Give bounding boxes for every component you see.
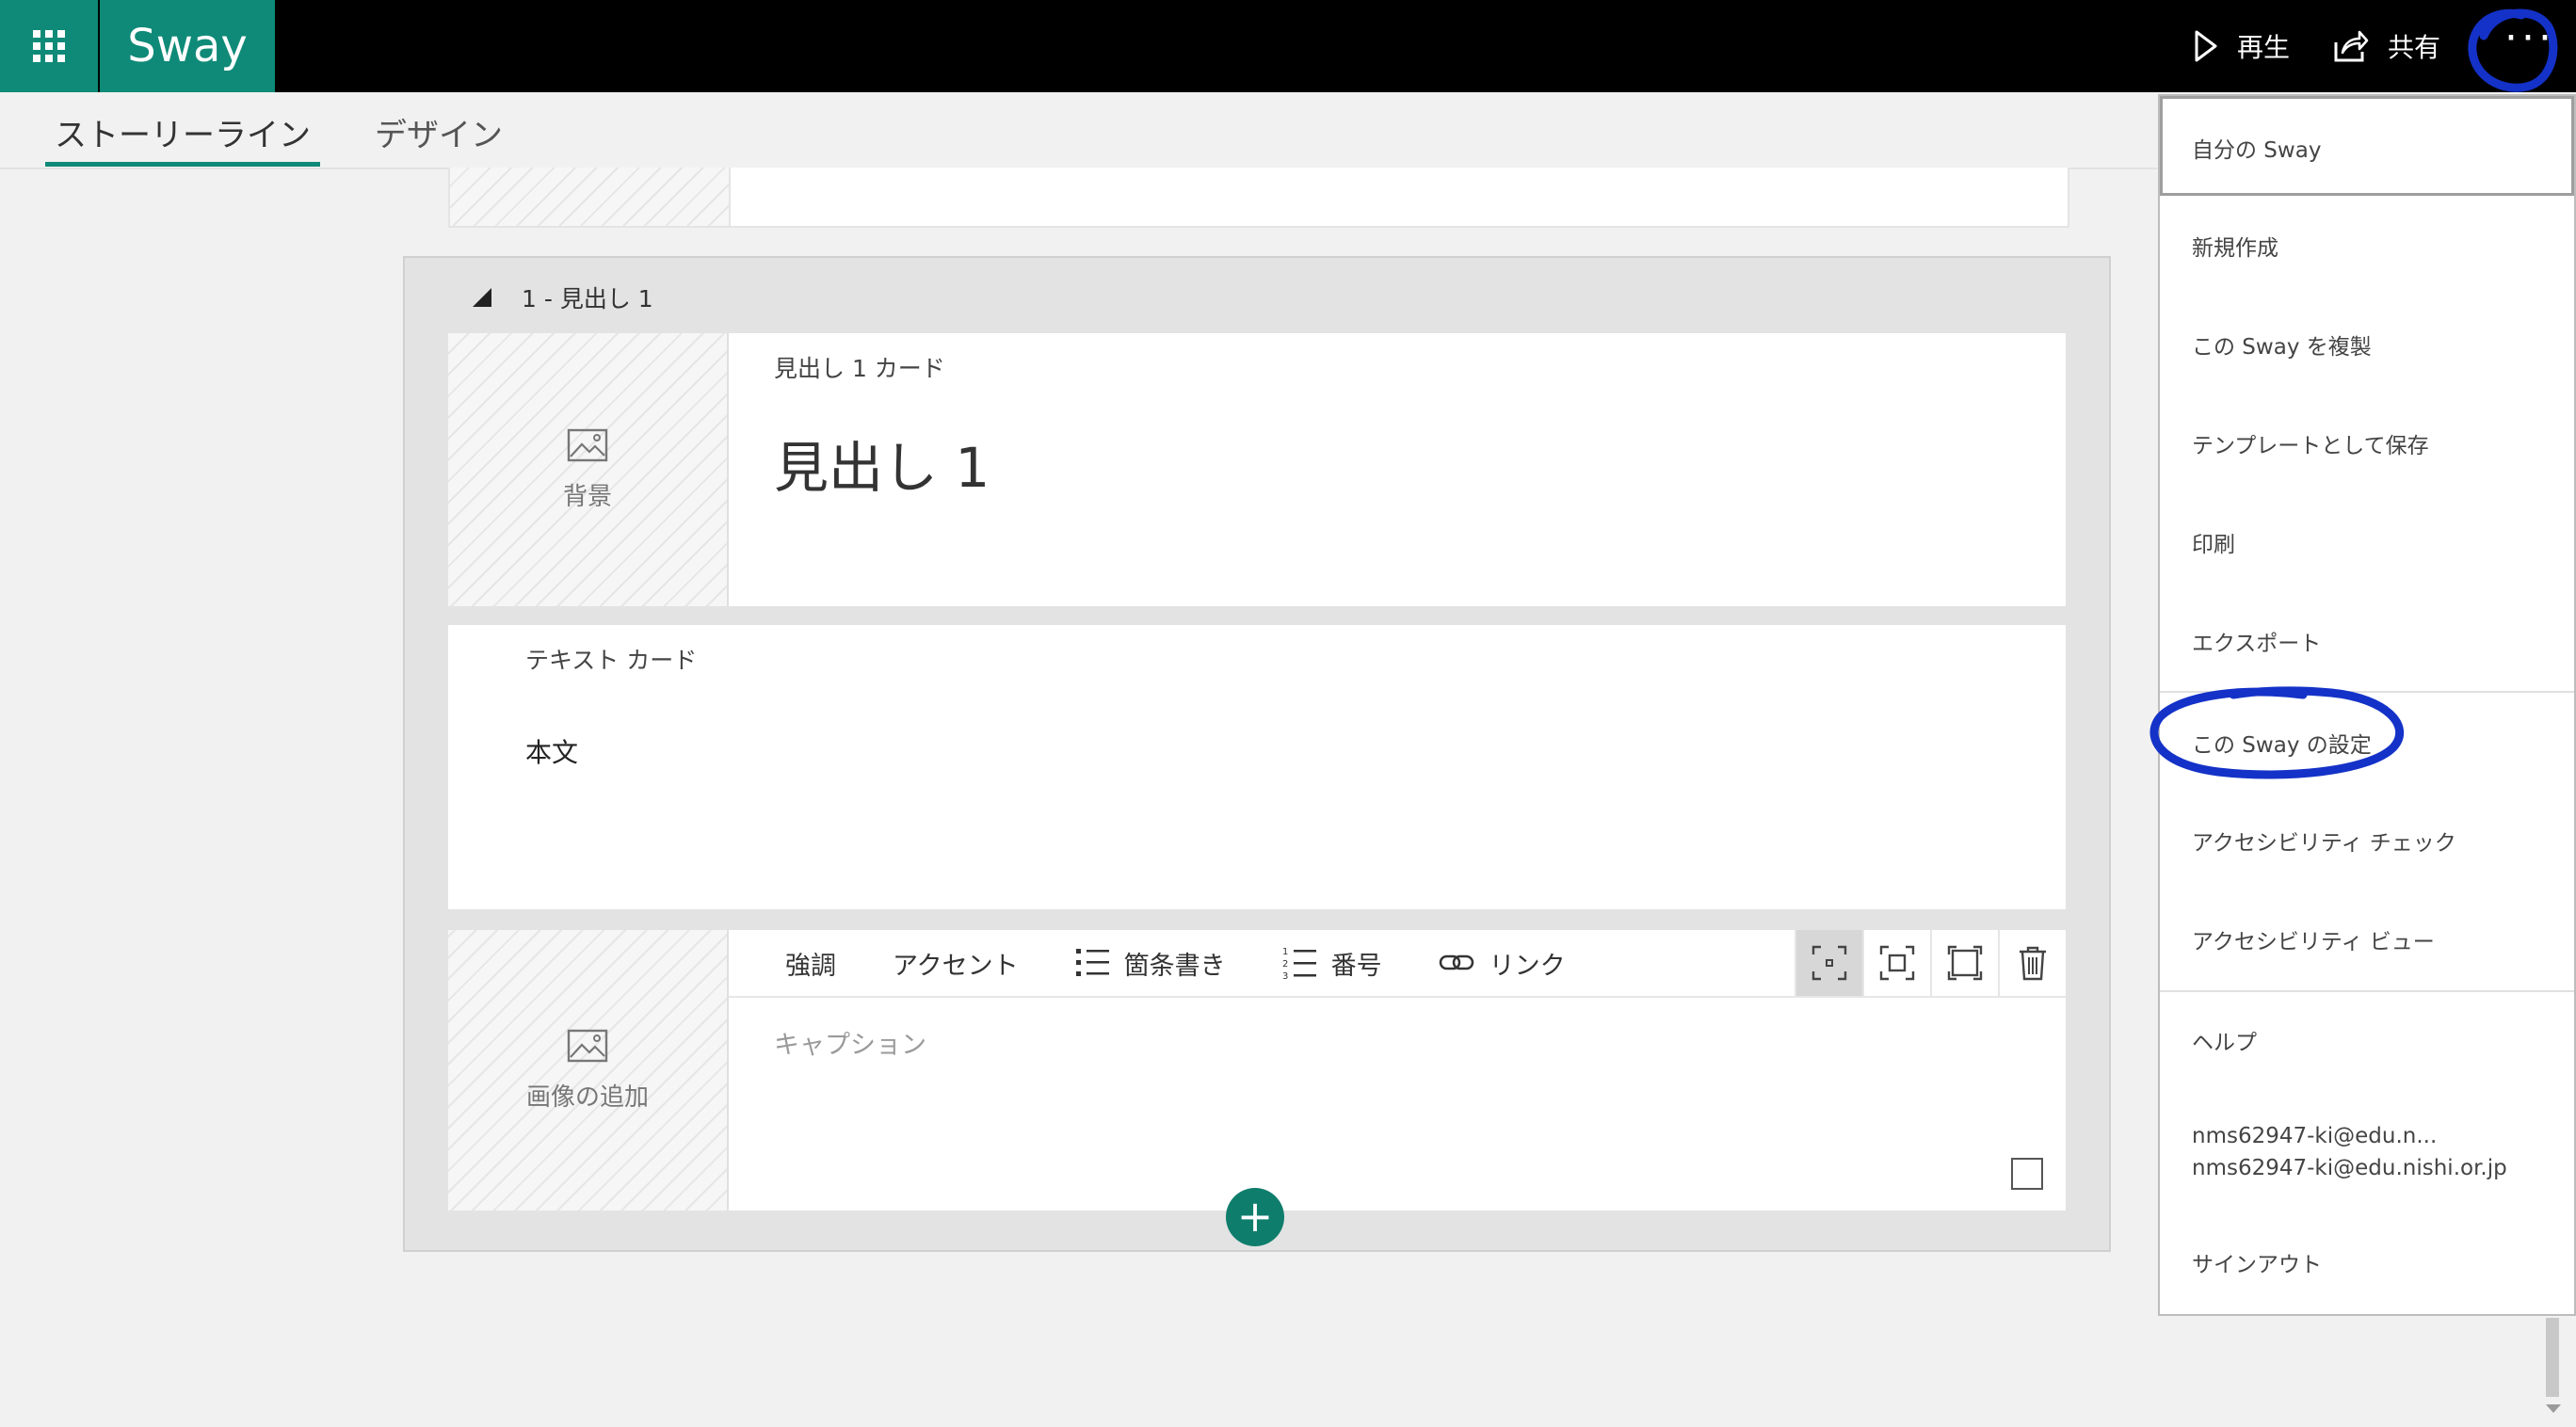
heading-card[interactable]: 背景 見出し 1 カード 見出し 1	[448, 333, 2066, 606]
heading-text[interactable]: 見出し 1	[774, 424, 990, 503]
app-launcher-icon	[33, 30, 65, 62]
app-name[interactable]: Sway	[100, 0, 275, 92]
play-label: 再生	[2236, 32, 2290, 63]
menu-item-accessibility-check[interactable]: アクセシビリティ チェック	[2192, 825, 2456, 857]
link-button[interactable]: リンク	[1439, 945, 1566, 982]
menu-item-accessibility-view[interactable]: アクセシビリティ ビュー	[2192, 923, 2435, 955]
section-title: 1 - 見出し 1	[522, 285, 653, 313]
body-text[interactable]: 本文	[525, 732, 578, 770]
background-image-slot[interactable]: 背景	[448, 333, 729, 606]
previous-card-background	[450, 168, 731, 226]
emphasis-label: 強調	[785, 951, 836, 981]
scrollbar-thumb[interactable]	[2546, 1318, 2559, 1397]
link-icon	[1439, 954, 1473, 970]
menu-divider	[2160, 990, 2574, 992]
account-email: nms62947-ki@edu.nishi.or.jp	[2192, 1156, 2507, 1180]
trash-icon	[2020, 946, 2046, 981]
focus-small-icon	[1811, 945, 1847, 981]
play-button[interactable]: 再生	[2194, 27, 2290, 65]
numbered-list-icon: 1 2 3	[1282, 947, 1316, 981]
emphasis-button[interactable]: 強調	[785, 945, 836, 982]
annotation-circle-settings	[2149, 686, 2405, 779]
previous-card[interactable]	[448, 168, 2069, 228]
bullets-label: 箇条書き	[1123, 951, 1226, 981]
image-icon	[567, 1029, 608, 1062]
focus-large-icon	[1947, 945, 1983, 981]
share-label: 共有	[2387, 32, 2440, 63]
scroll-down-arrow-icon[interactable]	[2546, 1404, 2561, 1413]
share-icon	[2334, 30, 2369, 62]
image-icon	[567, 428, 608, 461]
annotation-circle-more	[2468, 8, 2558, 92]
svg-text:1: 1	[1282, 947, 1288, 957]
card-type-label: テキスト カード	[525, 647, 698, 674]
focus-small-button[interactable]	[1795, 930, 1862, 996]
card-type-label: 見出し 1 カード	[774, 355, 945, 382]
format-toolbar: 強調 アクセント 箇条書き 1 2 3 番号 リンク	[729, 930, 2066, 998]
section-header[interactable]: 1 - 見出し 1	[473, 275, 653, 320]
menu-item-help[interactable]: ヘルプ	[2192, 1024, 2257, 1056]
caption-input[interactable]: キャプション	[774, 1024, 926, 1061]
top-bar: Sway 再生 共有 ···	[0, 0, 2576, 92]
numbering-label: 番号	[1330, 951, 1382, 981]
bullets-button[interactable]: 箇条書き	[1075, 945, 1226, 982]
accent-label: アクセント	[893, 951, 1019, 981]
collapse-triangle-icon[interactable]	[473, 288, 491, 307]
menu-item-export[interactable]: エクスポート	[2192, 625, 2321, 657]
svg-text:3: 3	[1282, 971, 1288, 981]
active-tab-indicator	[45, 162, 320, 167]
tab-storyline[interactable]: ストーリーライン	[47, 109, 318, 155]
tab-design[interactable]: デザイン	[367, 109, 510, 155]
app-launcher-button[interactable]	[0, 0, 98, 92]
image-card[interactable]: 画像の追加 強調 アクセント 箇条書き 1 2 3 番号 リンク キャプション	[448, 930, 2066, 1211]
bullet-list-icon	[1075, 949, 1109, 976]
add-image-slot[interactable]: 画像の追加	[448, 930, 729, 1211]
focus-large-button[interactable]	[1930, 930, 1998, 996]
svg-text:2: 2	[1282, 959, 1288, 970]
menu-item-new[interactable]: 新規作成	[2192, 230, 2278, 262]
accent-button[interactable]: アクセント	[893, 945, 1019, 982]
account-name: nms62947-ki@edu.n...	[2192, 1124, 2438, 1148]
add-image-label: 画像の追加	[525, 1082, 649, 1112]
menu-item-save-template[interactable]: テンプレートとして保存	[2192, 427, 2429, 459]
background-label: 背景	[562, 482, 612, 511]
add-content-button[interactable]: +	[1226, 1188, 1284, 1246]
share-button[interactable]: 共有	[2333, 27, 2440, 65]
focus-size-controls	[1795, 930, 2066, 996]
text-card[interactable]: テキスト カード 本文	[448, 625, 2066, 909]
menu-item-sign-out[interactable]: サインアウト	[2192, 1246, 2322, 1278]
menu-item-my-sways[interactable]: 自分の Sway	[2192, 132, 2321, 164]
card-checkbox[interactable]	[2011, 1158, 2043, 1190]
focus-medium-button[interactable]	[1862, 930, 1930, 996]
focus-medium-icon	[1879, 945, 1915, 981]
menu-item-duplicate[interactable]: この Sway を複製	[2192, 329, 2372, 361]
delete-card-button[interactable]	[1998, 930, 2066, 996]
menu-item-print[interactable]: 印刷	[2192, 526, 2235, 558]
play-icon	[2195, 30, 2217, 62]
link-label: リンク	[1489, 951, 1566, 981]
numbering-button[interactable]: 1 2 3 番号	[1282, 945, 1382, 982]
